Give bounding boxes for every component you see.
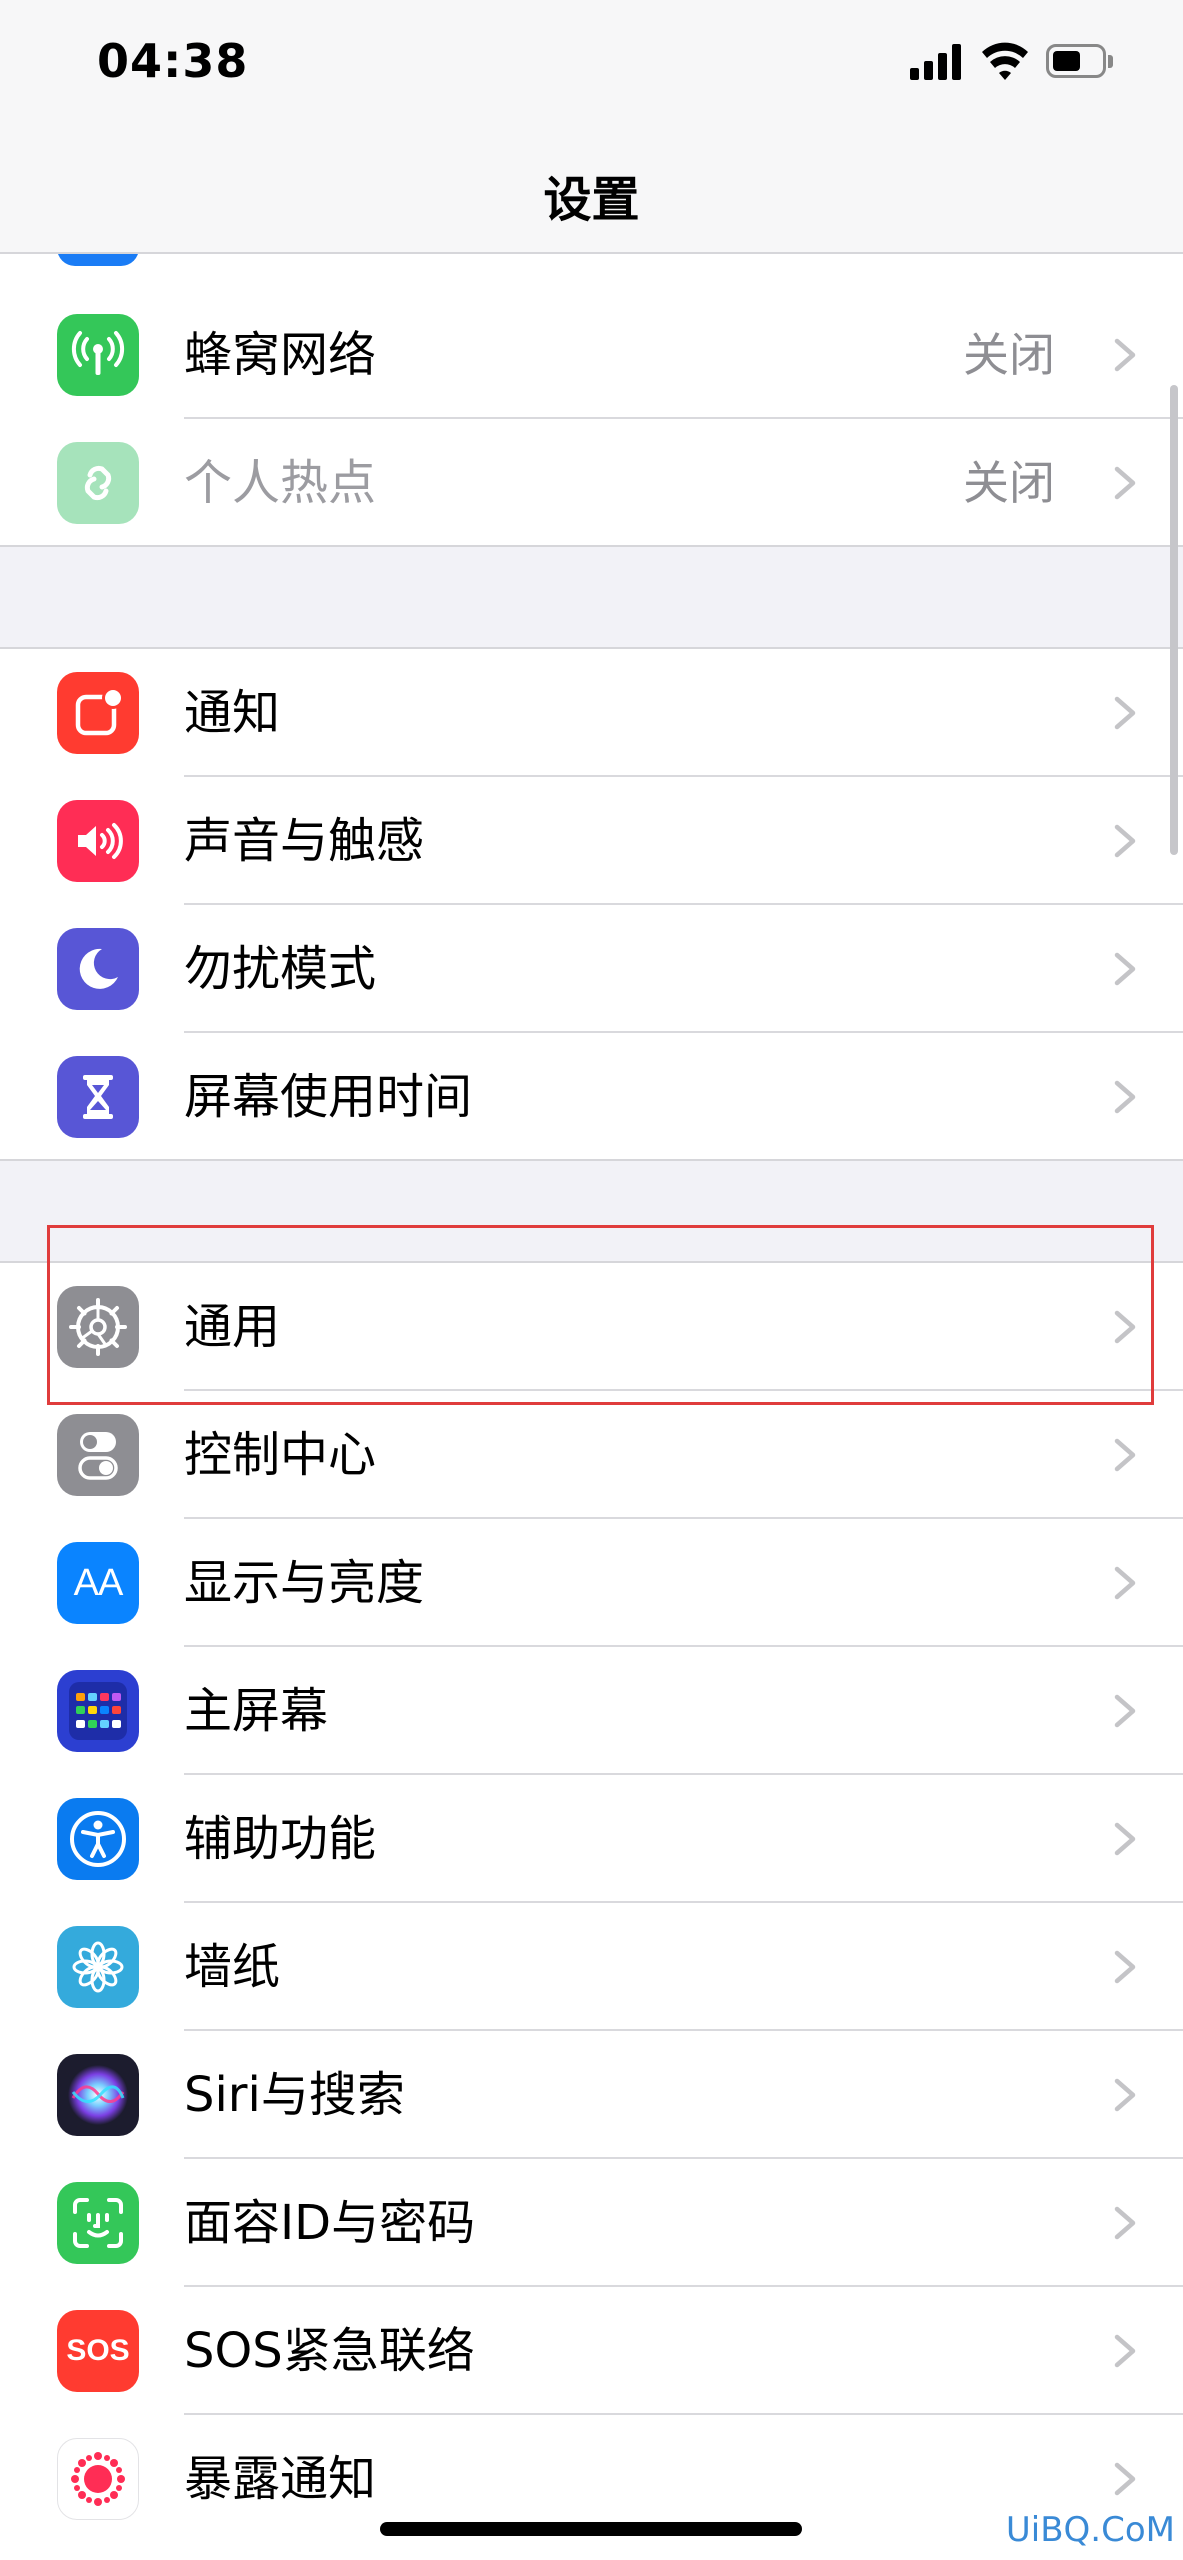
chevron-right-icon <box>1114 1566 1136 1600</box>
row-face-id-passcode[interactable]: 面容ID与密码 <box>0 2159 1183 2287</box>
sos-icon: SOS <box>57 2310 139 2392</box>
row-siri-search[interactable]: Siri与搜索 <box>0 2031 1183 2159</box>
row-label: 主屏幕 <box>184 1683 329 1739</box>
row-label: 通用 <box>184 1299 281 1355</box>
page-title: 设置 <box>543 172 640 228</box>
siri-orb-icon <box>57 2054 139 2136</box>
app-grid-icon <box>57 1670 139 1752</box>
chevron-right-icon <box>1114 1080 1136 1114</box>
exposure-virus-icon <box>57 2438 139 2520</box>
chevron-right-icon <box>1114 2462 1136 2496</box>
chevron-right-icon <box>1114 696 1136 730</box>
row-label: 辅助功能 <box>184 1811 377 1867</box>
hotspot-link-icon <box>57 442 139 524</box>
chevron-right-icon <box>1114 824 1136 858</box>
row-accessibility[interactable]: 辅助功能 <box>0 1775 1183 1903</box>
chevron-right-icon <box>1114 952 1136 986</box>
row-do-not-disturb[interactable]: 勿扰模式 <box>0 905 1183 1033</box>
chevron-right-icon <box>1114 1310 1136 1344</box>
row-label: 暴露通知 <box>184 2451 377 2507</box>
row-value: 关闭 <box>963 328 1055 382</box>
accessibility-icon <box>57 1798 139 1880</box>
chevron-right-icon <box>1114 338 1136 372</box>
gear-icon <box>57 1286 139 1368</box>
row-wallpaper[interactable]: 墙纸 <box>0 1903 1183 2031</box>
row-label: 墙纸 <box>184 1939 281 1995</box>
chevron-right-icon <box>1114 1438 1136 1472</box>
row-sounds[interactable]: 声音与触感 <box>0 777 1183 905</box>
row-label: 蜂窝网络 <box>184 327 377 383</box>
row-label: Siri与搜索 <box>184 2067 405 2123</box>
watermark: UiBQ.CoM <box>1005 2510 1175 2550</box>
speaker-icon <box>57 800 139 882</box>
status-and-nav-bar: 04:38 设置 <box>0 0 1183 254</box>
chevron-right-icon <box>1114 1822 1136 1856</box>
row-display-brightness[interactable]: AA 显示与亮度 <box>0 1519 1183 1647</box>
text-size-icon: AA <box>57 1542 139 1624</box>
antenna-icon <box>57 314 139 396</box>
settings-group-general: 通用 控制中心 AA 显示与亮度 主屏幕 辅助功能 墙纸 Siri与搜索 面容I… <box>0 1261 1183 2560</box>
row-label: 声音与触感 <box>184 813 425 869</box>
row-general[interactable]: 通用 <box>0 1263 1183 1391</box>
face-id-icon <box>57 2182 139 2264</box>
wifi-icon <box>982 42 1028 80</box>
row-label: 控制中心 <box>184 1427 377 1483</box>
row-label: 通知 <box>184 685 281 741</box>
home-indicator[interactable] <box>380 2522 802 2536</box>
notification-badge-icon <box>57 672 139 754</box>
chevron-right-icon <box>1114 1950 1136 1984</box>
row-control-center[interactable]: 控制中心 <box>0 1391 1183 1519</box>
row-label: 面容ID与密码 <box>184 2195 476 2251</box>
settings-group-network: 蜂窝网络 关闭 个人热点 关闭 <box>0 252 1183 547</box>
row-screen-time[interactable]: 屏幕使用时间 <box>0 1033 1183 1161</box>
chevron-right-icon <box>1114 2078 1136 2112</box>
chevron-right-icon <box>1114 1694 1136 1728</box>
flower-icon <box>57 1926 139 2008</box>
row-label: 屏幕使用时间 <box>184 1069 473 1125</box>
chevron-right-icon <box>1114 2334 1136 2368</box>
row-label: SOS紧急联络 <box>184 2323 475 2379</box>
row-home-screen[interactable]: 主屏幕 <box>0 1647 1183 1775</box>
chevron-right-icon <box>1114 2206 1136 2240</box>
row-label: 勿扰模式 <box>184 941 377 997</box>
scroll-indicator[interactable] <box>1170 385 1178 855</box>
hourglass-icon <box>57 1056 139 1138</box>
row-emergency-sos[interactable]: SOS SOS紧急联络 <box>0 2287 1183 2415</box>
row-value: 关闭 <box>963 456 1055 510</box>
row-notifications[interactable]: 通知 <box>0 649 1183 777</box>
toggle-switches-icon <box>57 1414 139 1496</box>
settings-group-notifications: 通知 声音与触感 勿扰模式 屏幕使用时间 <box>0 647 1183 1161</box>
cellular-signal-icon <box>910 44 964 80</box>
status-time: 04:38 <box>97 34 249 88</box>
battery-icon <box>1046 44 1116 80</box>
row-cellular[interactable]: 蜂窝网络 关闭 <box>0 291 1183 419</box>
row-personal-hotspot[interactable]: 个人热点 关闭 <box>0 419 1183 547</box>
row-label: 个人热点 <box>184 455 377 511</box>
row-label: 显示与亮度 <box>184 1555 425 1611</box>
moon-icon <box>57 928 139 1010</box>
chevron-right-icon <box>1114 466 1136 500</box>
